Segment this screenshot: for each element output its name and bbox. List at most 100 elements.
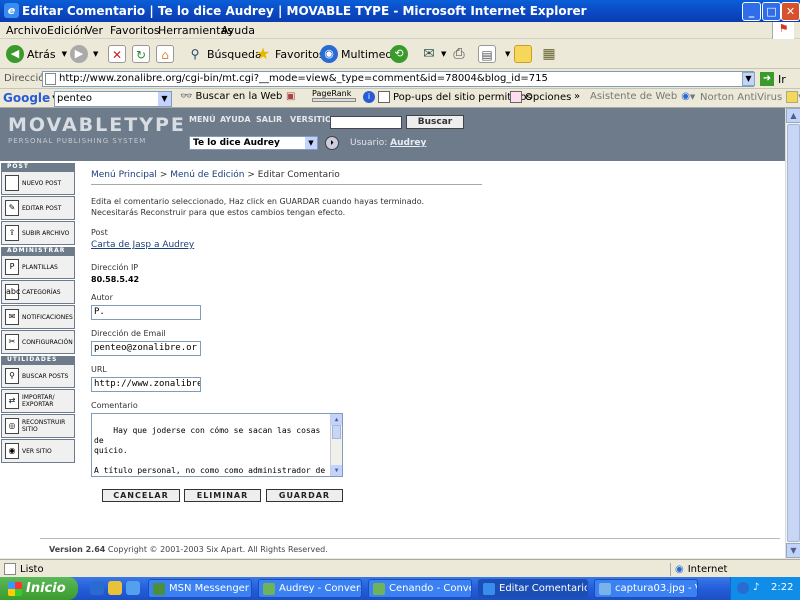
quicklaunch-ie-icon[interactable] (90, 581, 104, 595)
scroll-up-icon[interactable]: ▲ (331, 414, 342, 425)
stop-button[interactable]: ✕ (108, 43, 129, 65)
edit-dropdown-icon[interactable]: ▼ (505, 50, 510, 58)
cancel-button[interactable]: CANCELAR (102, 489, 180, 502)
sidebar-item-new-post[interactable]: NUEVO POST (1, 171, 75, 195)
comment-scrollbar[interactable]: ▲ ▼ (330, 414, 342, 476)
delete-button[interactable]: ELIMINAR (184, 489, 261, 502)
menu-archivo[interactable]: Archivo (6, 24, 47, 37)
mt-nav-menu[interactable]: MENÚ (189, 115, 216, 124)
menu-favoritos[interactable]: Favoritos (110, 24, 160, 37)
page-scrollbar[interactable]: ▲ ▼ (785, 108, 800, 558)
mail-button[interactable]: ✉ ▼ (420, 43, 446, 65)
news-button[interactable]: ▣ (286, 91, 295, 102)
antivirus-button[interactable]: Norton AntiVirus ▼ (700, 91, 800, 103)
url-input[interactable]: http://www.zonalibre (91, 377, 201, 392)
address-input[interactable]: http://www.zonalibre.org/cgi-bin/mt.cgi?… (42, 71, 754, 87)
go-button[interactable]: ➜ Ir (760, 71, 794, 87)
sidebar-item-edit-post[interactable]: ✎ EDITAR POST (1, 196, 75, 220)
author-input[interactable]: P. (91, 305, 201, 320)
tray-network-icon[interactable] (737, 582, 749, 594)
toolbar-chevron[interactable]: » (574, 91, 580, 102)
popup-icon (378, 91, 390, 103)
sidebar-item-categories[interactable]: abc CATEGORÍAS (1, 280, 75, 304)
search-button[interactable]: ⚲ Búsqueda (186, 43, 262, 65)
forward-button[interactable]: ▶ ▼ (70, 43, 98, 65)
back-button[interactable]: ◀ Atrás ▼ (6, 43, 67, 65)
taskbar-label: captura03.jpg - Vi... (615, 583, 697, 594)
home-button[interactable]: ⌂ (156, 43, 177, 65)
tray-volume-icon[interactable]: ♪ (753, 582, 759, 593)
address-dropdown-icon[interactable]: ▼ (742, 72, 755, 86)
edit-button[interactable]: ▤ ▼ (478, 43, 510, 65)
start-label: Inicio (26, 581, 66, 596)
history-icon: ⟲ (390, 45, 408, 63)
mt-nav-logout[interactable]: SALIR (256, 115, 282, 124)
search-web-button[interactable]: 👓 Buscar en la Web (180, 91, 282, 102)
forward-dropdown-icon[interactable]: ▼ (93, 50, 98, 58)
google-logo[interactable]: Google ▼ (3, 91, 58, 105)
page-scroll-down-icon[interactable]: ▼ (786, 543, 800, 558)
mail-dropdown-icon[interactable]: ▼ (441, 50, 446, 58)
taskbar-editar-comentario[interactable]: Editar Comentario... (478, 579, 588, 598)
user-link[interactable]: Audrey (390, 138, 426, 148)
popups-button[interactable]: Pop-ups del sitio permitidos (378, 91, 532, 103)
sidebar-item-templates[interactable]: P PLANTILLAS (1, 255, 75, 279)
taskbar-audrey-conversation[interactable]: Audrey - Convers... (258, 579, 362, 598)
taskbar-msn-messenger[interactable]: MSN Messenger (148, 579, 252, 598)
address-bar: Dirección http://www.zonalibre.org/cgi-b… (0, 69, 800, 89)
sidebar-item-search-posts[interactable]: ⚲ BUSCAR POSTS (1, 364, 75, 388)
pagerank-label: PageRank (312, 89, 352, 98)
sidebar-item-notifications[interactable]: ✉ NOTIFICACIONES (1, 305, 75, 329)
start-button[interactable]: Inicio (0, 577, 78, 600)
taskbar-captura03[interactable]: captura03.jpg - Vi... (594, 579, 698, 598)
status-left: Listo (4, 563, 44, 575)
google-search-dropdown-icon[interactable]: ▼ (158, 92, 171, 106)
messenger-button[interactable] (514, 43, 535, 65)
sidebar-item-import-export[interactable]: ⇄ IMPORTAR/ EXPORTAR (1, 389, 75, 413)
google-search-input[interactable]: penteo ▼ (54, 91, 172, 107)
sidebar-item-configuration[interactable]: ✂ CONFIGURACIÓN (1, 330, 75, 354)
sidebar-item-upload-file[interactable]: ⇪ SUBIR ARCHIVO (1, 221, 75, 245)
blog-select[interactable]: Te lo dice Audrey ▼ (189, 136, 318, 150)
sidebar-item-view-site[interactable]: ◉ VER SITIO (1, 439, 75, 463)
menu-bar: Archivo Edición Ver Favoritos Herramient… (0, 22, 800, 39)
web-assistant-button[interactable]: Asistente de Web ◉ ▼ (590, 91, 695, 102)
movabletype-logo[interactable]: MOVABLETYPE PERSONAL PUBLISHING SYSTEM (8, 114, 184, 154)
menu-edicion[interactable]: Edición (47, 24, 87, 37)
page-scroll-thumb[interactable] (787, 124, 800, 542)
favorites-button[interactable]: ★ Favoritos (254, 43, 325, 65)
page-scroll-up-icon[interactable]: ▲ (786, 108, 800, 123)
breadcrumb-main-menu[interactable]: Menú Principal (91, 170, 157, 180)
breadcrumb-edit-menu[interactable]: Menú de Edición (170, 170, 244, 180)
comment-textarea[interactable]: Hay que joderse con cómo se sacan las co… (91, 413, 343, 477)
mt-search-input[interactable] (330, 116, 402, 129)
window-title-bar[interactable]: e Editar Comentario | Te lo dice Audrey … (0, 0, 800, 22)
mt-search-button[interactable]: Buscar (406, 115, 464, 129)
research-button[interactable]: ▦ (540, 43, 561, 65)
sidebar-item-rebuild-site[interactable]: ◎ RECONSTRUIR SITIO (1, 414, 75, 438)
pagerank-bar (312, 98, 356, 102)
refresh-button[interactable]: ↻ (132, 43, 153, 65)
maximize-button[interactable]: □ (762, 2, 781, 21)
back-dropdown-icon[interactable]: ▼ (62, 50, 67, 58)
scroll-down-icon[interactable]: ▼ (331, 465, 342, 476)
close-button[interactable]: ✕ (781, 2, 800, 21)
options-button[interactable]: Opciones (510, 91, 571, 103)
minimize-button[interactable]: _ (742, 2, 761, 21)
quicklaunch-media-icon[interactable] (108, 581, 122, 595)
email-input[interactable]: penteo@zonalibre.or (91, 341, 201, 356)
windows-logo-icon (8, 581, 22, 596)
print-button[interactable]: ⎙ (450, 43, 471, 65)
scroll-thumb[interactable] (332, 425, 341, 439)
quicklaunch-desktop-icon[interactable] (126, 581, 140, 595)
menu-ver[interactable]: Ver (85, 24, 103, 37)
taskbar-cenando-conversation[interactable]: Cenando - Conver... (368, 579, 472, 598)
pagerank-indicator[interactable]: PageRank (312, 89, 356, 102)
post-link[interactable]: Carta de Jasp a Audrey (91, 240, 194, 250)
mt-nav-view-site[interactable]: VERSITIO (290, 115, 332, 124)
save-button[interactable]: GUARDAR (266, 489, 343, 502)
history-button[interactable]: ⟲ (390, 43, 411, 65)
mt-nav-help[interactable]: AYUDA (220, 115, 251, 124)
blog-go-button[interactable]: ⏵ (325, 136, 339, 150)
menu-ayuda[interactable]: Ayuda (221, 24, 255, 37)
